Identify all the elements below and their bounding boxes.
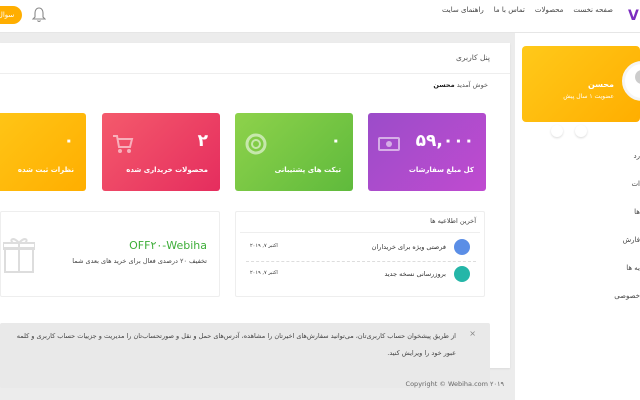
top-navbar: V صفحه نخست محصولات تماس با ما راهنمای س… xyxy=(0,0,640,33)
card-purchased-products[interactable]: ۲ محصولات خریداری شده xyxy=(102,113,220,191)
cart-icon xyxy=(113,135,134,153)
card-support-tickets[interactable]: ۰ تیکت های پشتیبانی xyxy=(235,113,353,191)
card-label: محصولات خریداری شده xyxy=(126,166,208,174)
info-alert: × از طریق پیشخوان حساب کاربری‌تان، می‌تو… xyxy=(0,323,490,388)
sidebar-item[interactable]: یه ها xyxy=(600,264,640,272)
megaphone-icon xyxy=(454,239,470,255)
card-value: ۰ xyxy=(330,131,341,151)
sidebar-item[interactable]: رد xyxy=(600,152,640,160)
welcome-message: خوش آمدید محسن xyxy=(433,81,488,89)
sidebar-item[interactable]: ات xyxy=(600,180,640,188)
site-logo[interactable]: V xyxy=(628,8,640,24)
list-item[interactable]: فرصتی ویژه برای خریداران اکتبر ۷, ۲۰۱۹ xyxy=(246,237,476,259)
divider xyxy=(240,232,480,233)
alert-text-line2: عبور خود را ویرایش کنید. xyxy=(387,349,456,357)
coupon-description: تخفیف ۲۰ درصدی فعال برای خرید های بعدی ش… xyxy=(72,257,207,265)
announcement-text[interactable]: فرصتی ویژه برای خریداران xyxy=(372,243,446,251)
divider xyxy=(246,261,476,262)
card-label: تیکت های پشتیبانی xyxy=(274,166,341,174)
card-label: نظرات ثبت شده xyxy=(17,166,74,174)
announcement-text[interactable]: بروزرسانی نسخه جدید xyxy=(384,270,446,278)
welcome-name: محسن xyxy=(433,81,455,89)
panel-title: پنل کاربری xyxy=(456,53,490,62)
coupon-code[interactable]: OFF۲۰-Webiha xyxy=(129,239,207,252)
profile-member-since: عضویت ۱ سال پیش xyxy=(563,93,614,100)
divider xyxy=(0,73,510,74)
list-item[interactable]: بروزرسانی نسخه جدید اکتبر ۷, ۲۰۱۹ xyxy=(246,264,476,286)
card-comments[interactable]: ۰ نظرات ثبت شده xyxy=(0,113,86,191)
nav-item-home[interactable]: صفحه نخست xyxy=(573,6,613,14)
nav-item-contact[interactable]: تماس با ما xyxy=(494,6,525,14)
avatar[interactable] xyxy=(622,61,640,101)
announcements-box: آخرین اطلاعیه ها فرصتی ویژه برای خریدارا… xyxy=(235,211,485,297)
arrow-icon[interactable] xyxy=(575,125,587,137)
ask-question-button[interactable]: سوال xyxy=(0,6,22,24)
card-value: ۰ xyxy=(63,131,74,151)
footer-copyright: Copyright © Webiha.com ۲۰۱۹ xyxy=(405,380,504,388)
announcements-title: آخرین اطلاعیه ها xyxy=(430,217,476,225)
sidebar-item[interactable]: خصوصی xyxy=(600,292,640,300)
alert-text-line1: از طریق پیشخوان حساب کاربری‌تان، می‌توان… xyxy=(16,332,456,340)
bell-icon[interactable] xyxy=(32,7,46,23)
profile-card: محسن عضویت ۱ سال پیش xyxy=(522,46,640,137)
coupon-box: OFF۲۰-Webiha تخفیف ۲۰ درصدی فعال برای خر… xyxy=(0,211,220,297)
profile-name: محسن xyxy=(587,80,614,89)
lifebuoy-icon xyxy=(245,133,267,155)
sidebar-item[interactable]: فارش xyxy=(600,236,640,244)
card-total-orders[interactable]: ۵۹,۰۰۰ کل مبلغ سفارشات xyxy=(368,113,486,191)
welcome-prefix: خوش آمدید xyxy=(456,81,488,89)
sidebar-item[interactable]: ها xyxy=(600,208,640,216)
announcement-date: اکتبر ۷, ۲۰۱۹ xyxy=(250,270,278,276)
home-icon[interactable] xyxy=(551,125,563,137)
gift-icon xyxy=(3,238,35,273)
nav-item-products[interactable]: محصولات xyxy=(535,6,564,14)
card-label: کل مبلغ سفارشات xyxy=(408,166,474,174)
main-nav: صفحه نخست محصولات تماس با ما راهنمای سای… xyxy=(442,6,613,14)
sidebar: محسن عضویت ۱ سال پیش رد ات ها فارش یه ها… xyxy=(515,33,640,400)
nav-item-guide[interactable]: راهنمای سایت xyxy=(442,6,484,14)
card-value: ۲ xyxy=(197,131,208,151)
user-panel: پنل کاربری خوش آمدید محسن ۵۹,۰۰۰ کل مبلغ… xyxy=(0,43,510,388)
update-icon xyxy=(454,266,470,282)
announcement-date: اکتبر ۷, ۲۰۱۹ xyxy=(250,243,278,249)
card-value: ۵۹,۰۰۰ xyxy=(415,131,474,151)
close-icon[interactable]: × xyxy=(469,329,476,338)
money-icon xyxy=(378,137,400,151)
